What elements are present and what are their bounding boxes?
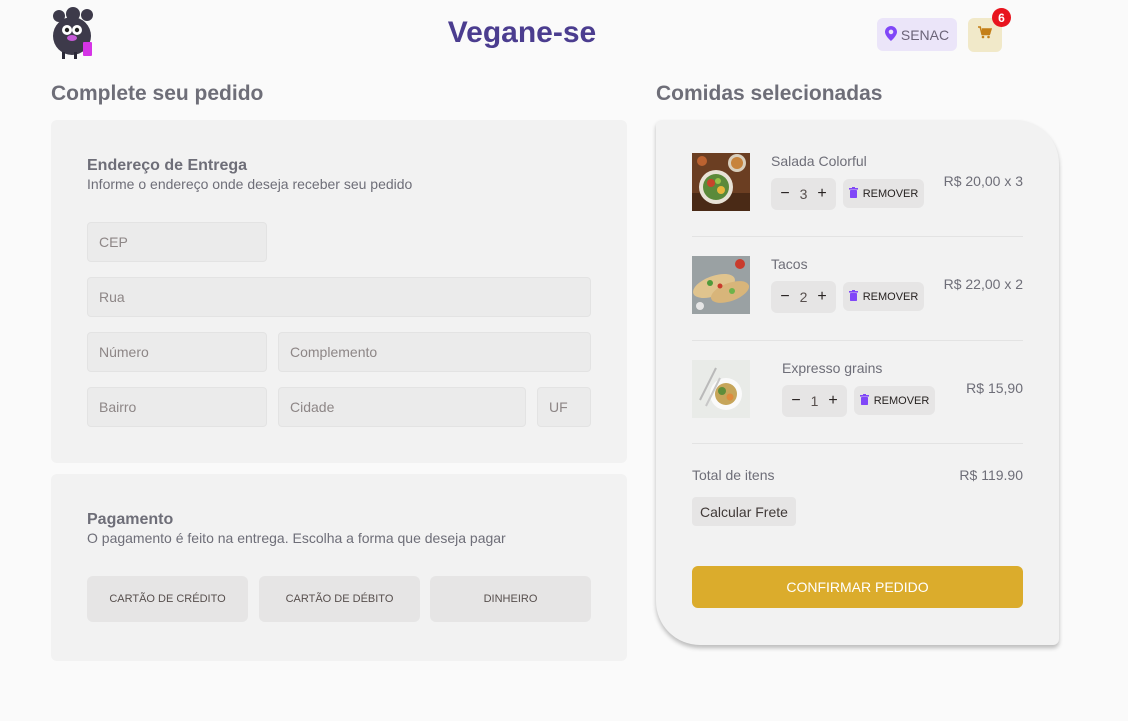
divider: [692, 236, 1023, 237]
cart-title: Comidas selecionadas: [656, 82, 883, 105]
payment-credit-button[interactable]: Cartão de Crédito: [87, 576, 248, 622]
checkout-title: Complete seu pedido: [51, 82, 264, 105]
confirm-order-button[interactable]: Confirmar Pedido: [692, 566, 1023, 608]
plus-icon[interactable]: +: [816, 288, 828, 306]
item-price: R$ 22,00 x 2: [943, 276, 1023, 292]
food-image: [692, 360, 750, 418]
payment-subtitle: O pagamento é feito na entrega. Escolha …: [87, 530, 506, 546]
remove-label: REMOVER: [873, 394, 930, 407]
remove-button[interactable]: REMOVER: [854, 386, 935, 415]
location-badge[interactable]: SENAC: [877, 18, 957, 51]
food-image: [692, 256, 750, 314]
item-price: R$ 20,00 x 3: [943, 173, 1023, 189]
map-pin-icon: [884, 25, 897, 44]
quantity-stepper: − 2 +: [771, 281, 836, 313]
address-subtitle: Informe o endereço onde deseja receber s…: [87, 176, 413, 192]
payment-panel: Pagamento O pagamento é feito na entrega…: [51, 474, 627, 661]
quantity-stepper: − 1 +: [782, 385, 847, 417]
total-value: R$ 119.90: [959, 467, 1023, 483]
divider: [692, 443, 1023, 444]
header: Vegane-se SENAC 6: [0, 0, 1128, 72]
payment-cash-button[interactable]: Dinheiro: [430, 576, 591, 622]
plus-icon[interactable]: +: [816, 185, 828, 203]
item-name: Expresso grains: [782, 360, 883, 376]
total-label: Total de itens: [692, 467, 775, 483]
minus-icon[interactable]: −: [779, 185, 791, 203]
cart-count-badge: 6: [992, 8, 1011, 27]
remove-button[interactable]: REMOVER: [843, 179, 924, 208]
cart-item: Expresso grains − 1 + REMOVER R$ 15,90: [692, 360, 1023, 464]
address-heading: Endereço de Entrega: [87, 157, 248, 174]
payment-debit-button[interactable]: Cartão de Débito: [259, 576, 420, 622]
quantity-value: 1: [810, 393, 819, 409]
calculate-freight-button[interactable]: Calcular Frete: [692, 497, 796, 526]
item-name: Tacos: [771, 256, 808, 272]
plus-icon[interactable]: +: [827, 392, 839, 410]
quantity-value: 2: [799, 289, 808, 305]
item-name: Salada Colorful: [771, 153, 867, 169]
complement-input[interactable]: [278, 332, 591, 372]
remove-button[interactable]: REMOVER: [843, 282, 924, 311]
item-price: R$ 15,90: [966, 380, 1023, 396]
address-panel: Endereço de Entrega Informe o endereço o…: [51, 120, 627, 463]
location-label: SENAC: [900, 26, 950, 43]
shopping-cart-icon: [978, 26, 993, 44]
remove-label: REMOVER: [862, 187, 919, 200]
minus-icon[interactable]: −: [790, 392, 802, 410]
state-input[interactable]: [537, 387, 591, 427]
remove-label: REMOVER: [862, 290, 919, 303]
quantity-value: 3: [799, 186, 808, 202]
number-input[interactable]: [87, 332, 267, 372]
trash-icon: [848, 186, 858, 201]
minus-icon[interactable]: −: [779, 288, 791, 306]
trash-icon: [848, 289, 858, 304]
quantity-stepper: − 3 +: [771, 178, 836, 210]
cart-item: Salada Colorful − 3 + REMOVER R$ 20,00 x…: [692, 153, 1023, 257]
cart-panel: Salada Colorful − 3 + REMOVER R$ 20,00 x…: [656, 120, 1059, 645]
food-image: [692, 153, 750, 211]
cart-item: Tacos − 2 + REMOVER R$ 22,00 x 2: [692, 256, 1023, 360]
trash-icon: [859, 393, 869, 408]
district-input[interactable]: [87, 387, 267, 427]
city-input[interactable]: [278, 387, 526, 427]
divider: [692, 340, 1023, 341]
payment-heading: Pagamento: [87, 511, 174, 528]
street-input[interactable]: [87, 277, 591, 317]
cep-input[interactable]: [87, 222, 267, 262]
